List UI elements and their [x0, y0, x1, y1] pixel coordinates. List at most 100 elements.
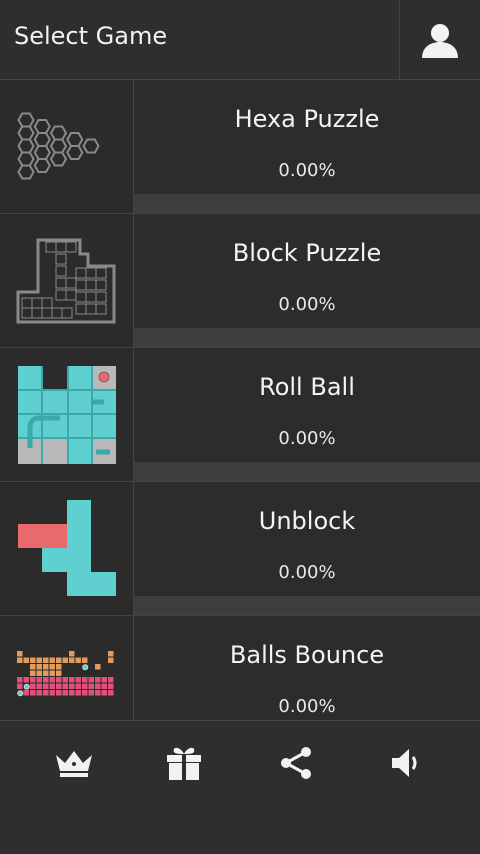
brick [17, 677, 23, 683]
brick [108, 651, 114, 657]
brick [62, 683, 68, 689]
game-progress-text: 0.00% [278, 696, 336, 717]
bottom-toolbar [0, 720, 480, 854]
brick [108, 657, 114, 663]
leaderboard-button[interactable] [44, 741, 104, 785]
block-grid-icon [16, 238, 116, 324]
brick [17, 683, 23, 689]
page-title: Select Game [14, 22, 168, 50]
game-progress-bar [134, 328, 480, 347]
brick [43, 683, 49, 689]
game-row-block-puzzle[interactable]: Block Puzzle 0.00% [0, 214, 480, 348]
hex-cell [17, 138, 35, 154]
brick [82, 657, 88, 663]
brick [23, 690, 29, 696]
brick [17, 657, 23, 663]
share-button[interactable] [266, 741, 326, 785]
brick [75, 683, 81, 689]
brick [75, 657, 81, 663]
brick [43, 677, 49, 683]
brick [56, 683, 62, 689]
hex-cell [82, 138, 100, 154]
share-icon [281, 747, 311, 779]
balls-bounce-thumbnail [0, 616, 134, 720]
hex-cell [17, 112, 35, 128]
game-row-unblock[interactable]: Unblock 0.00% [0, 482, 480, 616]
brick [101, 690, 107, 696]
brick [36, 677, 42, 683]
hex-cell [66, 132, 84, 147]
brick [88, 677, 94, 683]
hex-cell [17, 125, 35, 141]
roll-ball-board-icon [18, 366, 116, 464]
brick [108, 683, 114, 689]
brick [56, 677, 62, 683]
brick [69, 651, 75, 657]
brick [49, 657, 55, 663]
brick [69, 683, 75, 689]
brick [30, 670, 36, 676]
brick [62, 677, 68, 683]
block-puzzle-thumbnail [0, 214, 134, 347]
gift-button[interactable] [154, 741, 214, 785]
game-row-roll-ball[interactable]: Roll Ball 0.00% [0, 348, 480, 482]
game-title: Balls Bounce [229, 641, 385, 669]
brick [43, 670, 49, 676]
hex-cell [17, 164, 35, 180]
ball [17, 690, 24, 697]
brick [36, 683, 42, 689]
game-progress-text: 0.00% [278, 294, 336, 315]
brick [88, 683, 94, 689]
game-row-balls-bounce[interactable]: Balls Bounce 0.00% [0, 616, 480, 720]
brick [56, 664, 62, 670]
ball [82, 664, 89, 671]
app-header: Select Game [0, 0, 480, 80]
game-title: Block Puzzle [232, 239, 382, 267]
hex-cell [33, 132, 51, 147]
brick [101, 677, 107, 683]
brick [49, 683, 55, 689]
brick [69, 690, 75, 696]
brick [56, 657, 62, 663]
hex-cell [49, 151, 68, 167]
game-progress-bar [134, 462, 480, 481]
brick [56, 690, 62, 696]
brick [62, 690, 68, 696]
brick [17, 651, 23, 657]
brick [49, 664, 55, 670]
hexagon-grid-icon [17, 112, 100, 180]
profile-button[interactable] [399, 0, 480, 79]
brick [88, 690, 94, 696]
brick [95, 664, 101, 670]
game-title: Unblock [258, 507, 356, 535]
unblock-thumbnail [0, 482, 134, 615]
brick [30, 664, 36, 670]
game-list: Hexa Puzzle 0.00% Block Puzzle 0.00% Rol… [0, 80, 480, 720]
brick [69, 657, 75, 663]
balls-bounce-board-icon [17, 651, 114, 697]
brick [43, 664, 49, 670]
brick [30, 657, 36, 663]
brick [75, 677, 81, 683]
speaker-icon [392, 749, 417, 777]
brick [30, 677, 36, 683]
brick [36, 690, 42, 696]
ball [23, 683, 30, 690]
brick [49, 677, 55, 683]
brick [75, 690, 81, 696]
brick [82, 683, 88, 689]
brick [82, 690, 88, 696]
hexa-puzzle-thumbnail [0, 80, 134, 213]
brick [108, 690, 114, 696]
brick [101, 683, 107, 689]
game-row-hexa-puzzle[interactable]: Hexa Puzzle 0.00% [0, 80, 480, 214]
brick [62, 657, 68, 663]
game-progress-bar [134, 194, 480, 213]
brick [95, 683, 101, 689]
hex-cell [33, 119, 51, 134]
brick [82, 677, 88, 683]
brick [49, 690, 55, 696]
game-progress-bar [134, 596, 480, 615]
sound-toggle-button[interactable] [376, 741, 436, 785]
game-progress-text: 0.00% [278, 562, 336, 583]
